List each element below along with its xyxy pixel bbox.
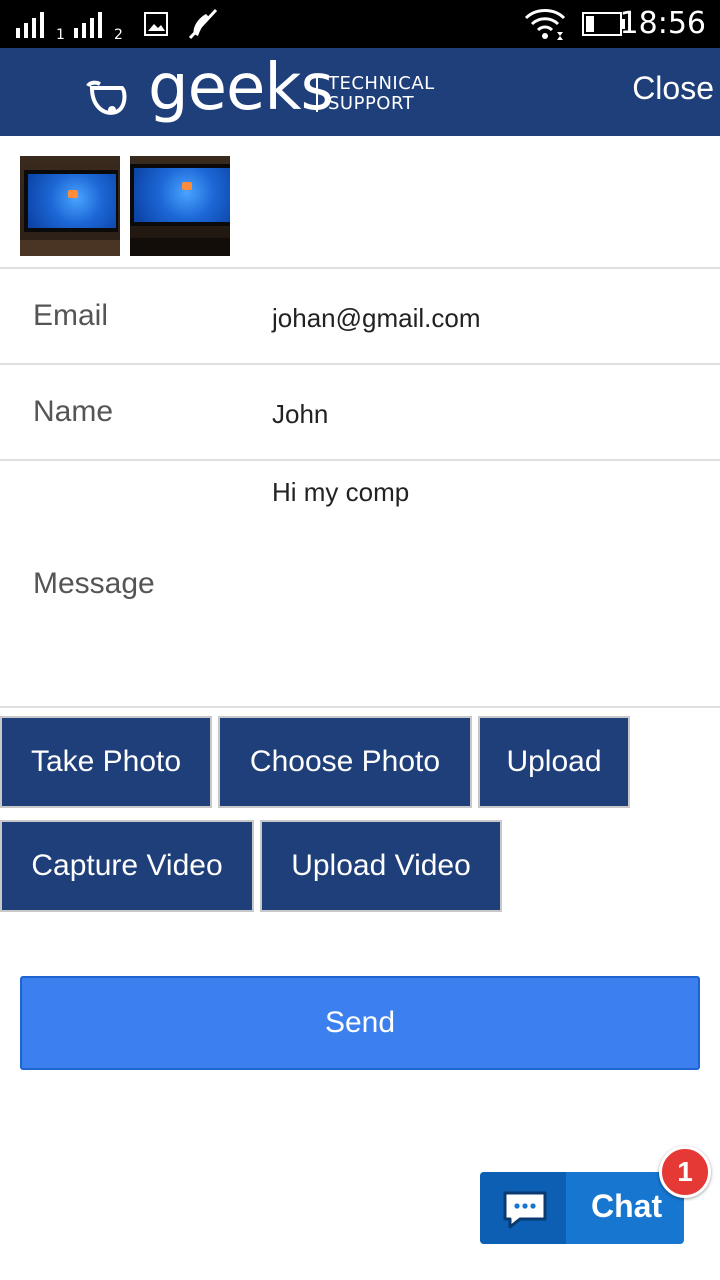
attachment-thumbnail[interactable] bbox=[130, 156, 230, 256]
gallery-notification-icon bbox=[144, 12, 168, 36]
sim2-label: 2 bbox=[114, 27, 123, 43]
chat-label: Chat bbox=[591, 1188, 663, 1224]
capture-video-button[interactable]: Capture Video bbox=[0, 820, 254, 912]
logo-subtitle-line2: SUPPORT bbox=[328, 93, 415, 114]
app-header: geeks TECHNICAL SUPPORT Close bbox=[0, 48, 720, 136]
attachment-thumbnail[interactable] bbox=[20, 156, 120, 256]
chat-icon-container bbox=[480, 1172, 566, 1244]
close-button[interactable]: Close bbox=[632, 70, 714, 107]
logo-word: geeks bbox=[148, 51, 334, 125]
status-bar: 1 2 18:56 bbox=[0, 0, 720, 48]
upload-video-button[interactable]: Upload Video bbox=[260, 820, 502, 912]
chat-bubble-icon bbox=[503, 1191, 547, 1229]
chat-unread-badge: 1 bbox=[659, 1146, 711, 1198]
message-row: Message Hi my comp bbox=[0, 459, 720, 707]
logo-subtitle-line1: TECHNICAL bbox=[328, 73, 435, 94]
name-row: Name John bbox=[0, 363, 720, 459]
name-field[interactable]: John bbox=[272, 399, 328, 430]
email-label: Email bbox=[33, 299, 109, 332]
signal-sim1-icon bbox=[16, 12, 44, 38]
signal-sim2-icon bbox=[74, 12, 102, 38]
form-divider bbox=[0, 706, 720, 708]
app-screen: 1 2 18:56 geeks TECHNICAL SUPPORT Close … bbox=[0, 0, 720, 1280]
name-label: Name bbox=[33, 395, 114, 428]
geeks-logo: geeks TECHNICAL SUPPORT bbox=[86, 52, 446, 128]
take-photo-button[interactable]: Take Photo bbox=[0, 716, 212, 808]
logo-divider bbox=[316, 74, 318, 112]
clock: 18:56 bbox=[619, 6, 706, 41]
sim1-label: 1 bbox=[56, 27, 65, 43]
send-button[interactable]: Send bbox=[20, 976, 700, 1070]
mute-mic-icon bbox=[188, 8, 218, 40]
email-row: Email johan@gmail.com bbox=[0, 267, 720, 363]
upload-button[interactable]: Upload bbox=[478, 716, 630, 808]
message-field[interactable]: Hi my comp bbox=[272, 477, 409, 508]
email-field[interactable]: johan@gmail.com bbox=[272, 303, 480, 334]
wifi-icon bbox=[524, 9, 566, 40]
message-label: Message bbox=[33, 567, 155, 600]
choose-photo-button[interactable]: Choose Photo bbox=[218, 716, 472, 808]
chat-widget-button[interactable]: Chat bbox=[480, 1172, 684, 1244]
